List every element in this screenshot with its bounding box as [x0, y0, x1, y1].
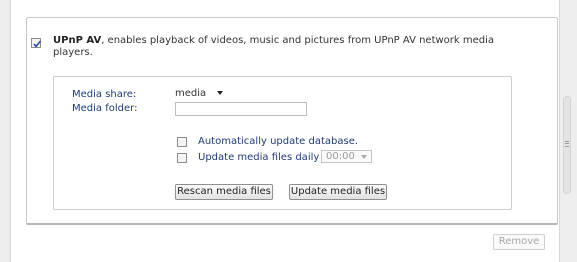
checkmark-icon	[33, 40, 42, 48]
upnp-title: UPnP AV	[53, 35, 102, 46]
update-time-select[interactable]: 00:00	[321, 150, 372, 163]
rescan-media-button[interactable]: Rescan media files	[175, 184, 273, 200]
grip-icon	[565, 141, 569, 147]
remove-button[interactable]: Remove	[493, 234, 545, 250]
update-media-button[interactable]: Update media files	[289, 184, 387, 200]
auto-update-checkbox[interactable]	[177, 137, 187, 147]
upnp-checkbox[interactable]	[31, 38, 42, 48]
chevron-down-icon	[361, 155, 367, 159]
upnp-description-text: , enables playback of videos, music and …	[53, 35, 495, 58]
media-folder-label: Media folder:	[72, 103, 138, 114]
media-share-value: media	[175, 88, 207, 99]
media-share-label: Media share:	[72, 89, 137, 100]
scrollbar[interactable]	[563, 96, 571, 194]
update-time-value: 00:00	[326, 151, 355, 162]
upnp-description: UPnP AV, enables playback of videos, mus…	[53, 35, 523, 59]
daily-update-checkbox[interactable]	[177, 153, 187, 163]
media-share-select[interactable]: media	[175, 88, 225, 100]
media-folder-input[interactable]	[175, 102, 307, 116]
chevron-down-icon	[217, 91, 223, 95]
daily-update-label: Update media files daily at:	[198, 152, 336, 163]
auto-update-label: Automatically update database.	[198, 136, 359, 147]
